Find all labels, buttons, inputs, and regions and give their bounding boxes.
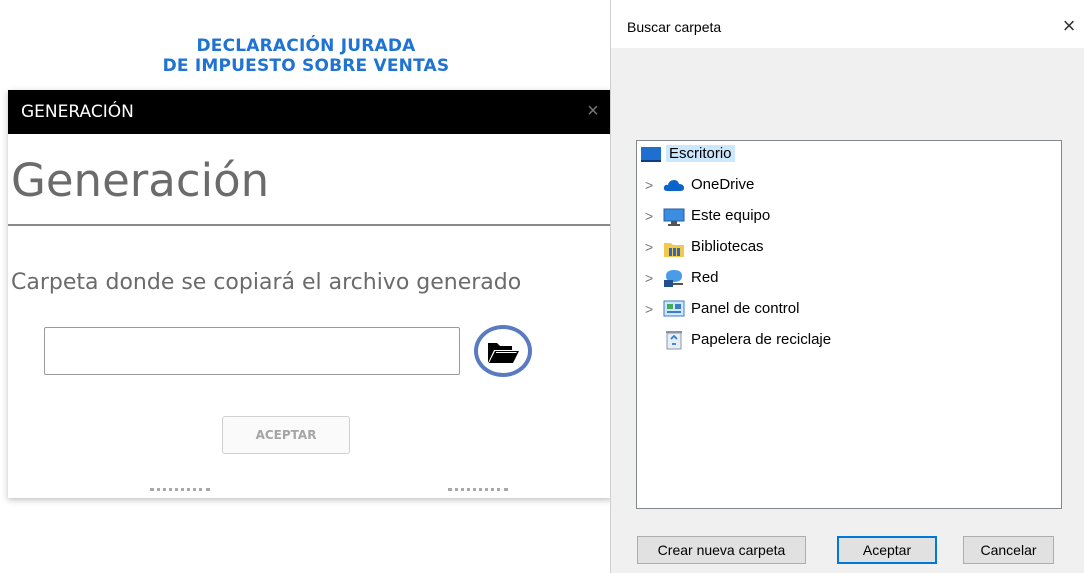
tree-item-panel-de-control[interactable]: > Panel de control <box>645 298 905 322</box>
generation-modal: GENERACIÓN × Generación Carpeta donde se… <box>8 90 612 498</box>
tree-item-label: Papelera de reciclaje <box>691 331 832 348</box>
open-folder-icon <box>488 343 519 363</box>
tree-item-label: Escritorio <box>666 145 735 162</box>
tree-item-este-equipo[interactable]: > Este equipo <box>645 205 905 229</box>
dialog-titlebar: Buscar carpeta × <box>611 0 1084 48</box>
tree-item-bibliotecas[interactable]: > Bibliotecas <box>645 236 905 260</box>
libraries-icon <box>663 238 685 262</box>
tree-item-escritorio[interactable]: Escritorio <box>637 143 897 167</box>
app-title-line2: DE IMPUESTO SOBRE VENTAS <box>162 56 450 76</box>
cancel-button[interactable]: Cancelar <box>963 536 1054 564</box>
onedrive-cloud-icon <box>663 178 685 196</box>
dialog-title: Buscar carpeta <box>627 19 722 35</box>
tree-item-red[interactable]: > Red <box>645 267 905 291</box>
tree-item-label: Panel de control <box>691 300 800 317</box>
computer-icon <box>663 208 685 230</box>
network-icon <box>663 268 685 292</box>
folder-field-label: Carpeta donde se copiará el archivo gene… <box>11 270 522 295</box>
recycle-bin-icon <box>665 330 683 354</box>
chevron-right-icon[interactable]: > <box>645 177 657 193</box>
obscured-text <box>150 488 210 499</box>
chevron-right-icon[interactable]: > <box>645 208 657 224</box>
app-title-line1: DECLARACIÓN JURADA <box>196 36 416 56</box>
page-title: Generación <box>11 154 270 207</box>
new-folder-button[interactable]: Crear nueva carpeta <box>637 536 806 564</box>
control-panel-icon <box>663 300 685 322</box>
generation-titlebar-label: GENERACIÓN <box>21 102 134 122</box>
tree-item-label: Bibliotecas <box>691 238 764 255</box>
browse-folder-button[interactable] <box>474 325 532 377</box>
folder-path-input[interactable] <box>44 327 460 375</box>
chevron-right-icon[interactable]: > <box>645 301 657 317</box>
generation-titlebar: GENERACIÓN × <box>8 90 612 134</box>
app-header: DECLARACIÓN JURADA DE IMPUESTO SOBRE VEN… <box>0 0 612 90</box>
tree-item-onedrive[interactable]: > OneDrive <box>645 174 905 198</box>
tree-item-papelera-de-reciclaje[interactable]: Papelera de reciclaje <box>645 329 905 353</box>
obscured-text <box>448 488 508 499</box>
accept-button[interactable]: Aceptar <box>837 536 937 564</box>
close-icon[interactable]: × <box>581 98 605 124</box>
accept-button[interactable]: ACEPTAR <box>222 416 350 454</box>
chevron-right-icon[interactable]: > <box>645 270 657 286</box>
chevron-right-icon[interactable]: > <box>645 239 657 255</box>
tree-item-label: Este equipo <box>691 207 771 224</box>
tree-item-label: OneDrive <box>691 176 755 193</box>
close-icon[interactable]: × <box>1057 14 1081 38</box>
folder-tree[interactable]: Escritorio > OneDrive > Este equipo > Bi… <box>636 140 1062 509</box>
divider <box>8 224 612 226</box>
desktop-icon <box>641 146 661 166</box>
browse-folder-dialog: Buscar carpeta × Escritorio > OneDrive >… <box>610 0 1084 573</box>
tree-item-label: Red <box>691 269 719 286</box>
